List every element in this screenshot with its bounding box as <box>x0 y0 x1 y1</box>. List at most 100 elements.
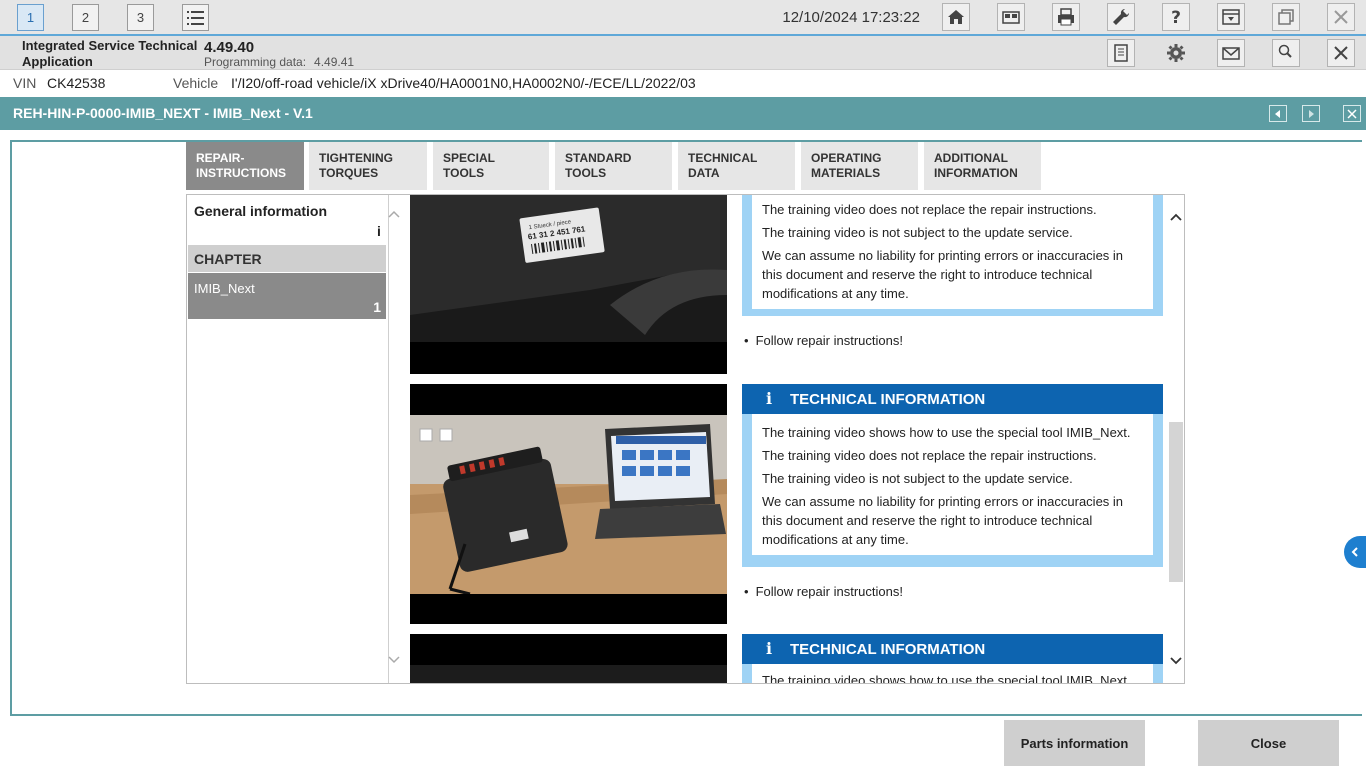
technical-information-header-3: i TECHNICAL INFORMATION <box>742 634 1163 664</box>
info-1-line-3: The training video is not subject to the… <box>762 225 1073 240</box>
magnifier-icon <box>1278 44 1292 58</box>
air-search-button[interactable] <box>1272 39 1300 67</box>
workspace-2-button[interactable]: 2 <box>72 4 99 31</box>
document-list-icon <box>1114 44 1128 62</box>
video-thumbnail-3[interactable] <box>410 634 727 683</box>
tab-repair-instructions[interactable]: Repair- instructions <box>186 142 304 190</box>
compare-button[interactable] <box>997 3 1025 31</box>
technical-information-title-3: TECHNICAL INFORMATION <box>790 641 986 658</box>
workspace-1-button[interactable]: 1 <box>17 4 44 31</box>
documents-button[interactable] <box>1107 39 1135 67</box>
restore-window-icon <box>1278 9 1294 25</box>
info-1-line-4: We can assume no liability for printing … <box>762 248 1124 301</box>
arrow-right-icon <box>1309 109 1314 118</box>
vin-value: CK42538 <box>47 75 106 91</box>
service-functions-button[interactable] <box>1107 3 1135 31</box>
tray-down-icon <box>1222 9 1240 25</box>
workspace-3-button[interactable]: 3 <box>127 4 154 31</box>
mail-icon <box>1222 47 1240 60</box>
wrench-icon <box>1113 8 1130 25</box>
download-button[interactable] <box>1217 3 1245 31</box>
chevron-down-icon[interactable] <box>388 655 400 665</box>
video-frame-parts-label: 1 Stueck / piece 61 31 2 451 761 <box>410 195 727 374</box>
chapter-panel: General information i CHAPTER IMIB_Next … <box>187 195 400 683</box>
bullet-follow-instructions-1: Follow repair instructions! <box>744 333 903 348</box>
tab-standard-tools[interactable]: Standard tools <box>555 142 672 190</box>
vehicle-label: Vehicle <box>173 75 219 91</box>
print-button[interactable] <box>1052 3 1080 31</box>
programming-data-value: 4.49.41 <box>314 55 355 69</box>
vehicle-info-bar: VIN CK42538 Vehicle I'/I20/off-road vehi… <box>0 71 1366 95</box>
help-icon: ? <box>1171 8 1181 27</box>
tab-operating-materials[interactable]: Operating materials <box>801 142 918 190</box>
document-content: General information i CHAPTER IMIB_Next … <box>186 194 1185 684</box>
parts-information-button[interactable]: Parts information <box>1004 720 1145 766</box>
app-window: 1 2 3 12/10/2024 17:23:22 ? Integrated S… <box>0 0 1366 768</box>
gear-icon <box>1167 44 1185 62</box>
close-vehicle-button[interactable] <box>1327 39 1355 67</box>
video-frame-partial <box>410 634 727 683</box>
arrow-left-icon <box>1275 109 1280 118</box>
scroll-down-icon[interactable] <box>1169 656 1183 666</box>
technical-information-box-3: The training video shows how to use the … <box>742 664 1163 684</box>
restore-window-button[interactable] <box>1272 3 1300 31</box>
home-icon <box>948 10 964 24</box>
video-thumbnail-2[interactable] <box>410 384 727 624</box>
general-information-marker: i <box>377 223 381 239</box>
vehicle-value: I'/I20/off-road vehicle/iX xDrive40/HA00… <box>231 75 696 91</box>
tab-additional-information[interactable]: Additional information <box>924 142 1041 190</box>
compare-icon <box>1002 11 1020 24</box>
close-icon <box>1334 46 1348 60</box>
info-2-line-4: We can assume no liability for printing … <box>762 494 1124 547</box>
info-icon: i <box>766 639 773 658</box>
tab-technical-data[interactable]: Technical data <box>678 142 795 190</box>
close-button[interactable]: Close <box>1198 720 1339 766</box>
video-thumbnail-1[interactable]: 1 Stueck / piece 61 31 2 451 761 <box>410 195 727 374</box>
close-icon <box>1334 10 1348 24</box>
programming-data-label: Programming data: <box>204 55 307 69</box>
application-info-bar: Integrated Service Technical Application… <box>0 36 1366 70</box>
chapter-item-label: IMIB_Next <box>194 281 255 296</box>
settings-button[interactable] <box>1162 39 1190 67</box>
general-information-link[interactable]: General information <box>194 203 327 219</box>
technical-information-box-2: The training video shows how to use the … <box>742 414 1163 567</box>
info-2-line-2: The training video does not replace the … <box>762 448 1097 463</box>
svg-text:?: ? <box>1171 8 1181 27</box>
list-icon <box>186 11 204 25</box>
content-scrollbar-thumb[interactable] <box>1169 422 1183 582</box>
tab-special-tools[interactable]: Special tools <box>433 142 549 190</box>
next-document-button[interactable] <box>1302 105 1320 122</box>
list-view-button[interactable] <box>182 4 209 31</box>
technical-information-title-2: TECHNICAL INFORMATION <box>790 391 986 408</box>
close-icon <box>1347 108 1357 119</box>
scroll-up-icon[interactable] <box>1169 212 1183 222</box>
previous-document-button[interactable] <box>1269 105 1287 122</box>
application-name: Integrated Service Technical Application <box>22 38 198 69</box>
info-2-line-1: The training video shows how to use the … <box>762 425 1131 440</box>
programming-data: Programming data: 4.49.41 <box>204 55 354 69</box>
chapter-item-count: 1 <box>373 299 381 315</box>
close-document-button[interactable] <box>1343 105 1361 122</box>
datetime-display: 12/10/2024 17:23:22 <box>782 9 920 26</box>
close-app-button[interactable] <box>1327 3 1355 31</box>
bullet-follow-instructions-2: Follow repair instructions! <box>744 584 903 599</box>
chapter-header: CHAPTER <box>188 245 386 272</box>
document-title-bar: REH-HIN-P-0000-IMIB_NEXT - IMIB_Next - V… <box>0 97 1366 130</box>
printer-icon <box>1058 8 1074 26</box>
info-1-line-2: The training video does not replace the … <box>762 202 1097 217</box>
info-2-line-3: The training video is not subject to the… <box>762 471 1073 486</box>
home-button[interactable] <box>942 3 970 31</box>
top-toolbar: 1 2 3 12/10/2024 17:23:22 ? <box>0 0 1366 36</box>
chapter-item-imib-next[interactable]: IMIB_Next 1 <box>188 273 386 319</box>
info-icon: i <box>766 389 773 408</box>
chevron-up-icon[interactable] <box>388 209 400 219</box>
technical-information-header-2: i TECHNICAL INFORMATION <box>742 384 1163 414</box>
messages-button[interactable] <box>1217 39 1245 67</box>
help-button[interactable]: ? <box>1162 3 1190 31</box>
video-frame-diagnostic-tablet <box>410 384 727 624</box>
document-title: REH-HIN-P-0000-IMIB_NEXT - IMIB_Next - V… <box>13 105 313 121</box>
chevron-left-icon <box>1351 547 1358 557</box>
tab-tightening-torques[interactable]: Tightening torques <box>309 142 427 190</box>
info-3-line-1: The training video shows how to use the … <box>762 673 1131 684</box>
vin-label: VIN <box>13 75 37 91</box>
